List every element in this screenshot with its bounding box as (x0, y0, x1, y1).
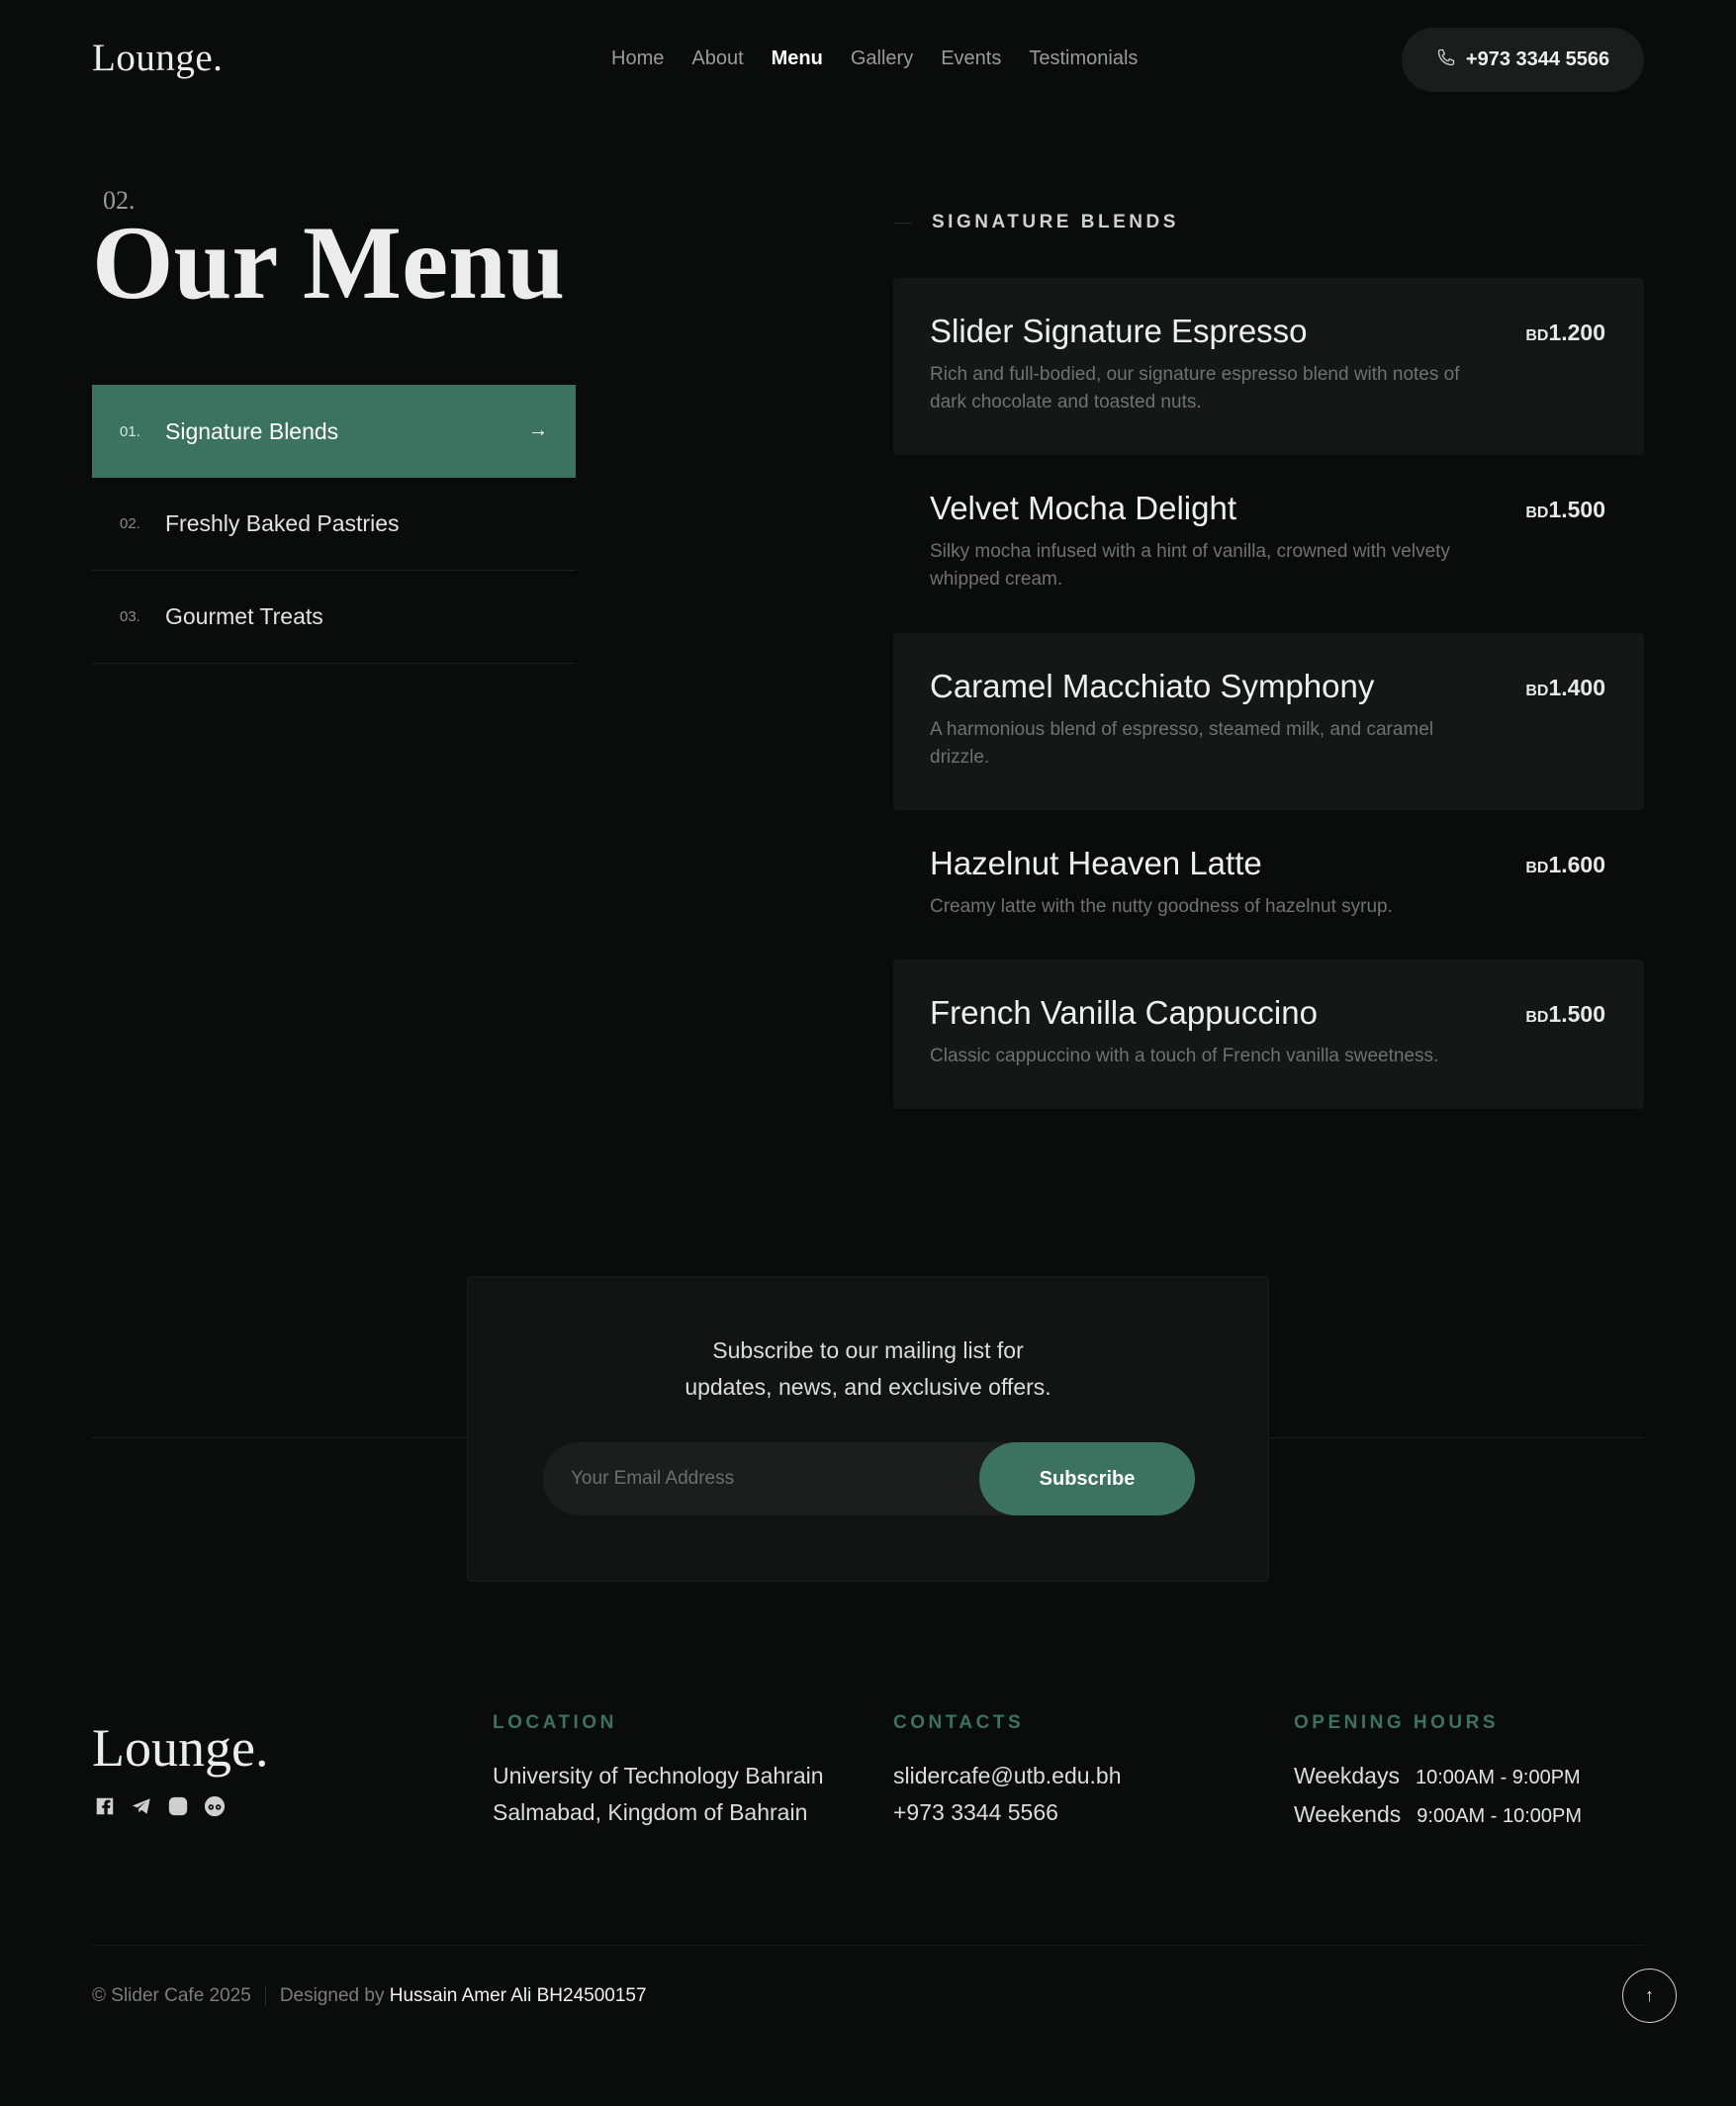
brand-logo[interactable]: Lounge. (92, 36, 223, 80)
category-number: 02. (120, 515, 140, 532)
menu-item-name: French Vanilla Cappuccino (930, 994, 1318, 1031)
menu-item: Slider Signature Espresso Rich and full-… (893, 278, 1644, 455)
subscribe-button[interactable]: Subscribe (979, 1442, 1195, 1515)
arrow-up-icon: ↑ (1645, 1985, 1654, 2005)
nav-gallery[interactable]: Gallery (851, 47, 913, 70)
location-line2: Salmabad, Kingdom of Bahrain (493, 1799, 808, 1825)
category-list: 01. Signature Blends → 02. Freshly Baked… (92, 385, 576, 664)
footer-divider (92, 1945, 1644, 1946)
contacts-heading: CONTACTS (893, 1712, 1025, 1733)
menu-item: Hazelnut Heaven Latte Creamy latte with … (893, 810, 1644, 960)
menu-item-name: Hazelnut Heaven Latte (930, 845, 1262, 881)
heading-dash (894, 222, 912, 224)
copyright-bar: © Slider Cafe 2025 Designed by Hussain A… (92, 1985, 647, 2007)
telegram-icon[interactable] (131, 1795, 152, 1817)
hours-weekends: Weekends 9:00AM - 10:00PM (1294, 1801, 1583, 1827)
menu-item-price: BD1.600 (1525, 852, 1605, 877)
phone-icon (1436, 47, 1456, 73)
menu-item-name: Velvet Mocha Delight (930, 490, 1237, 526)
footer-hours: OPENING HOURS Weekdays 10:00AM - 9:00PM … (1294, 1712, 1582, 1835)
site-header: Lounge. Home About Menu Gallery Events T… (0, 0, 1736, 119)
facebook-icon[interactable] (94, 1795, 116, 1817)
location-line1: University of Technology Bahrain (493, 1763, 824, 1788)
hours-weekdays: Weekdays 10:00AM - 9:00PM (1294, 1763, 1581, 1788)
menu-item: Velvet Mocha Delight Silky mocha infused… (893, 455, 1644, 633)
nav-about[interactable]: About (691, 47, 743, 70)
menu-item-name: Caramel Macchiato Symphony (930, 668, 1375, 704)
nav-testimonials[interactable]: Testimonials (1029, 47, 1138, 70)
menu-item-name: Slider Signature Espresso (930, 313, 1308, 349)
arrow-right-icon: → (528, 419, 548, 441)
separator (264, 1986, 266, 2006)
designed-by: Designed by Hussain Amer Ali BH24500157 (279, 1985, 647, 2006)
category-label: Freshly Baked Pastries (165, 510, 400, 536)
email-input[interactable] (543, 1442, 988, 1515)
menu-item-desc: Classic cappuccino with a touch of Frenc… (930, 1046, 1439, 1067)
menu-item: French Vanilla Cappuccino Classic cappuc… (893, 960, 1644, 1109)
menu-item-desc: Creamy latte with the nutty goodness of … (930, 896, 1393, 918)
menu-item-desc: Silky mocha infused with a hint of vanil… (930, 541, 1450, 590)
nav-menu[interactable]: Menu (772, 47, 823, 70)
menu-items: Slider Signature Espresso Rich and full-… (893, 278, 1644, 1109)
location-heading: LOCATION (493, 1712, 617, 1733)
footer-logo[interactable]: Lounge. (92, 1717, 268, 1779)
category-label: Gourmet Treats (165, 603, 323, 629)
phone-button[interactable]: +973 3344 5566 (1402, 28, 1644, 92)
category-freshly-baked-pastries[interactable]: 02. Freshly Baked Pastries (92, 478, 576, 571)
footer-location: LOCATION University of Technology Bahrai… (493, 1712, 824, 1831)
category-gourmet-treats[interactable]: 03. Gourmet Treats (92, 571, 576, 664)
menu-item-price: BD1.200 (1525, 320, 1605, 345)
menu-item-price: BD1.400 (1525, 675, 1605, 700)
designer-name: Hussain Amer Ali BH24500157 (389, 1985, 647, 2006)
category-number: 03. (120, 608, 140, 625)
subscribe-box: Subscribe to our mailing list for update… (467, 1276, 1269, 1582)
back-to-top-button[interactable]: ↑ (1622, 1969, 1677, 2023)
hours-heading: OPENING HOURS (1294, 1712, 1500, 1733)
instagram-icon[interactable] (167, 1795, 189, 1817)
subscribe-form: Subscribe (543, 1442, 1195, 1515)
category-label: Signature Blends (165, 417, 339, 444)
main-nav: Home About Menu Gallery Events Testimoni… (611, 47, 1138, 70)
subscribe-text: Subscribe to our mailing list for update… (685, 1337, 1051, 1400)
nav-home[interactable]: Home (611, 47, 664, 70)
category-signature-blends[interactable]: 01. Signature Blends → (92, 385, 576, 478)
footer-contacts: CONTACTS slidercafe@utb.edu.bh +973 3344… (893, 1712, 1122, 1831)
menu-item-desc: A harmonious blend of espresso, steamed … (930, 719, 1434, 768)
tripadvisor-icon[interactable] (204, 1795, 226, 1817)
contact-phone[interactable]: +973 3344 5566 (893, 1794, 1122, 1831)
menu-item-price: BD1.500 (1525, 1001, 1605, 1027)
menu-item-price: BD1.500 (1525, 497, 1605, 522)
page-title: Our Menu (92, 205, 566, 320)
category-heading-text: SIGNATURE BLENDS (932, 212, 1179, 232)
category-heading: SIGNATURE BLENDS (894, 212, 1179, 233)
social-links (94, 1795, 226, 1817)
copyright-text: © Slider Cafe 2025 (92, 1985, 251, 2006)
menu-item: Caramel Macchiato Symphony A harmonious … (893, 633, 1644, 810)
contact-email[interactable]: slidercafe@utb.edu.bh (893, 1758, 1122, 1794)
phone-number: +973 3344 5566 (1465, 48, 1610, 70)
nav-events[interactable]: Events (941, 47, 1001, 70)
category-number: 01. (120, 422, 140, 440)
menu-item-desc: Rich and full-bodied, our signature espr… (930, 364, 1460, 412)
